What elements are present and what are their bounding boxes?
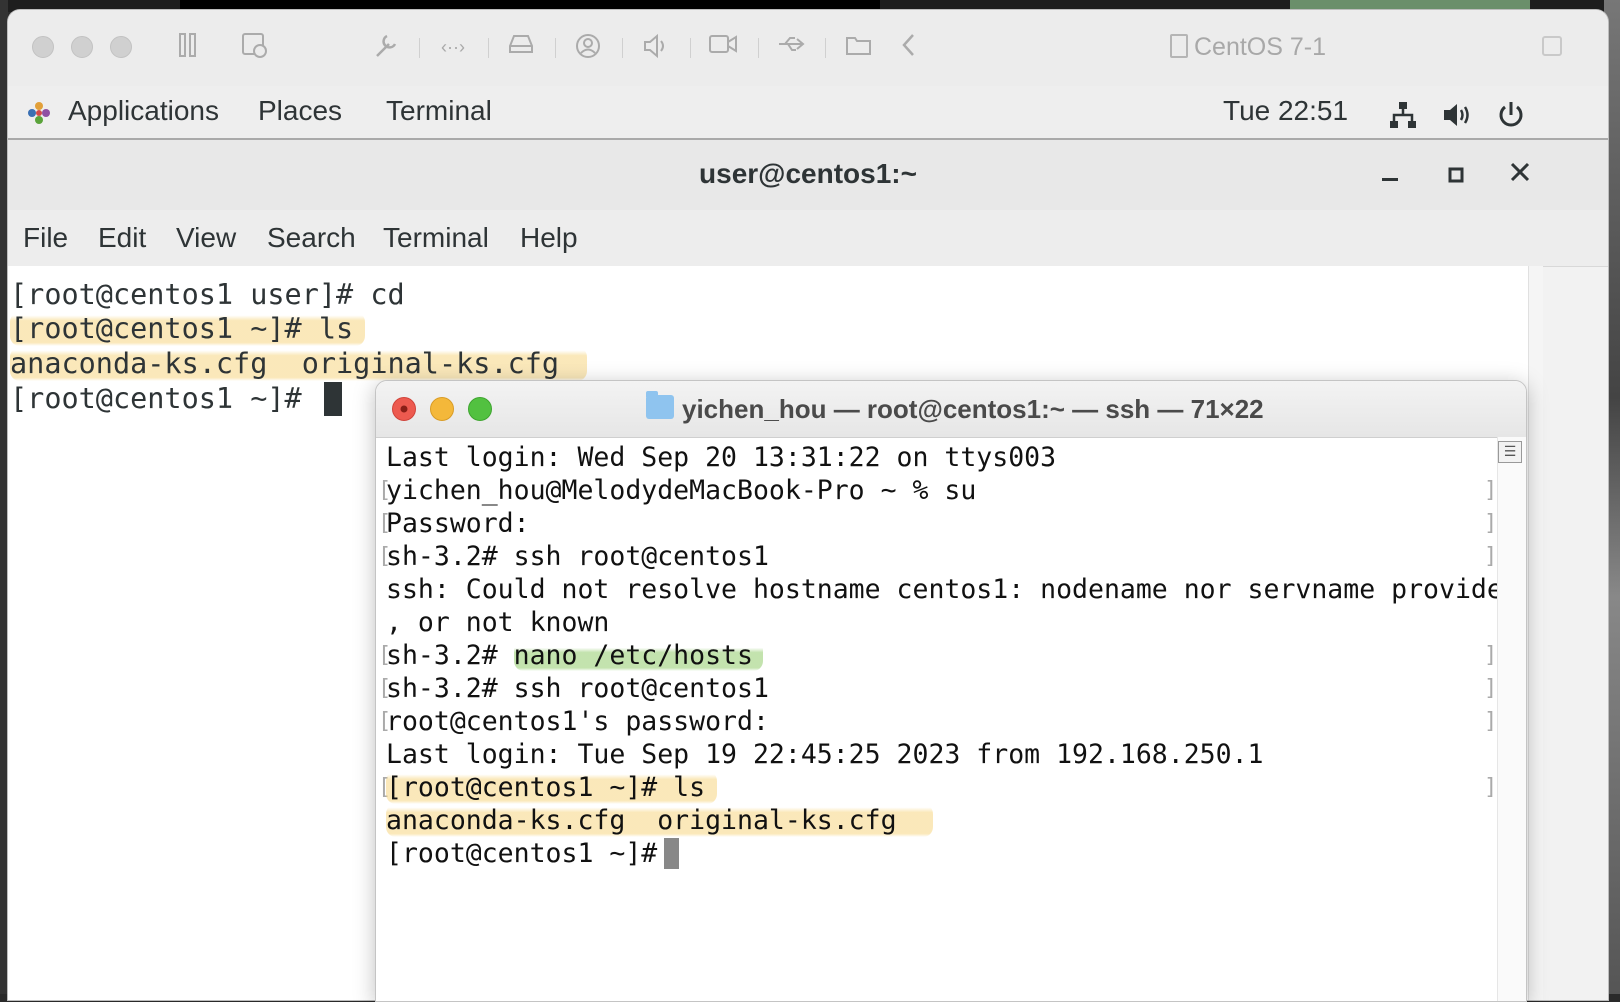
user-account-icon[interactable] xyxy=(573,32,603,62)
folder-share-icon[interactable] xyxy=(844,32,874,62)
close-icon[interactable] xyxy=(1502,156,1538,192)
terminal-prompt: [root@centos1 ~]# xyxy=(386,838,674,869)
applications-menu[interactable]: Applications xyxy=(68,94,219,128)
line-mark-bracket: ] xyxy=(1484,478,1498,503)
power-icon[interactable] xyxy=(1496,100,1526,135)
terminal-line-highlighted: [root@centos1 ~]# ls xyxy=(10,312,366,346)
gnome-terminal-menubar: File Edit View Search Terminal Help xyxy=(8,210,1608,267)
hard-disk-icon[interactable] xyxy=(506,32,536,62)
camera-icon[interactable] xyxy=(708,32,738,62)
terminal-cursor xyxy=(324,382,342,416)
window-minimize-button[interactable] xyxy=(71,36,93,58)
window-close-button[interactable] xyxy=(32,36,54,58)
mac-close-button[interactable] xyxy=(392,397,416,421)
line-mark-bracket: ] xyxy=(1484,643,1498,668)
settings-wrench-icon[interactable] xyxy=(370,32,400,62)
vm-document-icon xyxy=(1170,34,1188,58)
usb-icon[interactable] xyxy=(776,32,806,62)
places-menu[interactable]: Places xyxy=(258,94,342,128)
code-icon[interactable]: ‹··› xyxy=(438,32,468,62)
line-mark-bracket: ] xyxy=(1484,709,1498,734)
terminal-line: sh-3.2# nano /etc/hosts xyxy=(386,639,763,672)
desktop-background-left xyxy=(0,0,8,994)
terminal-line: Last login: Wed Sep 20 13:31:22 on ttys0… xyxy=(386,442,1057,473)
mac-terminal-scrollbar[interactable] xyxy=(1497,437,1526,1001)
terminal-line: Last login: Tue Sep 19 22:45:25 2023 fro… xyxy=(386,739,1264,770)
menu-search[interactable]: Search xyxy=(267,222,356,254)
network-icon[interactable] xyxy=(1388,100,1418,135)
volume-icon[interactable] xyxy=(1441,100,1473,135)
mac-terminal-content[interactable]: Last login: Wed Sep 20 13:31:22 on ttys0… xyxy=(376,437,1526,1001)
terminal-app-menu[interactable]: Terminal xyxy=(386,94,492,128)
terminal-line: yichen_hou@MelodydeMacBook-Pro ~ % su xyxy=(386,475,977,506)
toolbar-separator xyxy=(690,38,691,58)
gnome-terminal-title: user@centos1:~ xyxy=(699,158,917,189)
toolbar-separator xyxy=(825,38,826,58)
toolbar-separator xyxy=(488,38,489,58)
snapshot-icon[interactable] xyxy=(240,32,270,62)
pause-icon[interactable] xyxy=(173,32,203,62)
back-chevron-icon[interactable] xyxy=(894,32,924,62)
line-mark-bracket: ] xyxy=(1484,775,1498,800)
terminal-line: sh-3.2# ssh root@centos1 xyxy=(386,541,769,572)
line-mark-bracket: ] xyxy=(1484,676,1498,701)
terminal-prompt: [root@centos1 ~]# xyxy=(10,382,319,415)
mac-terminal-window: yichen_hou — root@centos1:~ — ssh — 71×2… xyxy=(375,380,1527,1002)
terminal-line: , or not known xyxy=(386,607,610,638)
terminal-line-highlighted: anaconda-ks.cfg original-ks.cfg xyxy=(10,347,588,381)
menu-file[interactable]: File xyxy=(23,222,68,254)
fullscreen-icon[interactable] xyxy=(1542,36,1562,56)
line-mark-bracket: ] xyxy=(1484,511,1498,536)
mac-terminal-title: yichen_hou — root@centos1:~ — ssh — 71×2… xyxy=(682,394,1264,424)
gnome-top-bar: Applications Places Terminal Tue 22:51 xyxy=(8,86,1608,140)
terminal-line: Password: xyxy=(386,508,530,539)
window-zoom-button[interactable] xyxy=(110,36,132,58)
terminal-cursor xyxy=(664,838,679,869)
menu-help[interactable]: Help xyxy=(520,222,578,254)
split-view-icon[interactable]: ☰ xyxy=(1498,441,1522,463)
clock[interactable]: Tue 22:51 xyxy=(1223,94,1348,128)
toolbar-separator xyxy=(758,38,759,58)
folder-icon xyxy=(646,391,674,419)
toolbar-separator xyxy=(622,38,623,58)
toolbar-separator xyxy=(555,38,556,58)
gnome-terminal-scrollbar[interactable] xyxy=(1528,266,1543,1000)
mac-zoom-button[interactable] xyxy=(468,397,492,421)
highlighted-command: nano /etc/hosts xyxy=(513,640,763,671)
menu-terminal[interactable]: Terminal xyxy=(383,222,489,254)
toolbar-separator xyxy=(419,38,420,58)
vm-window-title: CentOS 7-1 xyxy=(1194,33,1327,61)
terminal-line: ssh: Could not resolve hostname centos1:… xyxy=(386,574,1519,605)
applications-logo-icon xyxy=(28,102,50,124)
menu-edit[interactable]: Edit xyxy=(98,222,146,254)
menu-view[interactable]: View xyxy=(176,222,236,254)
maximize-button[interactable] xyxy=(1438,156,1474,192)
minimize-button[interactable] xyxy=(1372,156,1408,192)
vmware-toolbar: ‹··› CentOS 7-1 xyxy=(8,10,1608,87)
sound-icon[interactable] xyxy=(640,32,670,62)
terminal-line: sh-3.2# ssh root@centos1 xyxy=(386,673,769,704)
terminal-line-highlighted: anaconda-ks.cfg original-ks.cfg xyxy=(386,804,933,837)
terminal-line: root@centos1's password: xyxy=(386,706,769,737)
terminal-line-highlighted: [root@centos1 ~]# ls xyxy=(386,771,718,804)
terminal-line: [root@centos1 user]# cd xyxy=(10,278,405,311)
mac-minimize-button[interactable] xyxy=(430,397,454,421)
line-mark-bracket: ] xyxy=(1484,544,1498,569)
prompt-text: sh-3.2# xyxy=(386,640,514,671)
mac-terminal-titlebar[interactable]: yichen_hou — root@centos1:~ — ssh — 71×2… xyxy=(376,381,1526,438)
gnome-terminal-titlebar[interactable]: user@centos1:~ xyxy=(8,140,1608,211)
